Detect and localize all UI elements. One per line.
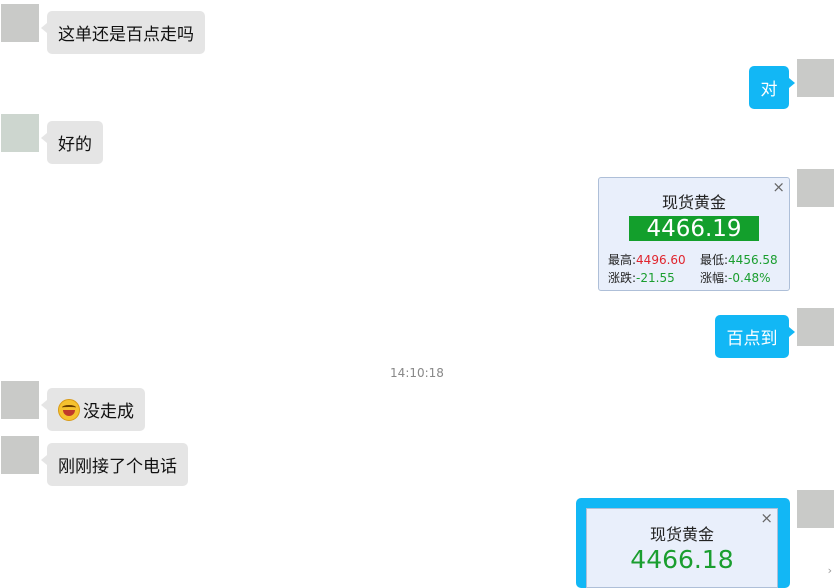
contact-avatar[interactable] [1, 381, 39, 419]
quote-change: 涨跌:-21.55 [608, 269, 675, 286]
incoming-message-bubble[interactable]: 刚刚接了个电话 [41, 443, 188, 486]
message-text: 好的 [58, 135, 92, 155]
self-avatar[interactable] [797, 308, 834, 346]
low-label: 最低: [700, 253, 729, 267]
quote-price: 4466.18 [630, 545, 734, 574]
incoming-message-bubble[interactable]: 没走成 [41, 388, 145, 431]
message-text: 刚刚接了个电话 [58, 457, 177, 477]
self-avatar[interactable] [797, 169, 834, 207]
pct-value: -0.48% [728, 271, 771, 285]
low-value: 4456.58 [728, 253, 778, 267]
contact-avatar[interactable] [1, 4, 39, 42]
quote-low: 最低:4456.58 [700, 251, 778, 268]
contact-avatar[interactable] [1, 114, 39, 152]
scroll-indicator-icon[interactable]: › [828, 564, 832, 577]
message-timestamp: 14:10:18 [390, 366, 444, 380]
change-label: 涨跌: [608, 271, 637, 285]
self-avatar[interactable] [797, 59, 834, 97]
message-text: 百点到 [726, 329, 778, 349]
high-label: 最高: [608, 253, 637, 267]
quote-title: 现货黄金 [649, 525, 714, 544]
message-text: 这单还是百点走吗 [58, 25, 194, 45]
change-value: -21.55 [636, 271, 675, 285]
message-text: 没走成 [83, 402, 134, 422]
laughing-face-icon [58, 398, 80, 421]
incoming-message-bubble[interactable]: 好的 [41, 121, 103, 164]
quote-high: 最高:4496.60 [608, 251, 686, 268]
self-avatar[interactable] [797, 490, 834, 528]
message-text: 对 [760, 80, 778, 100]
outgoing-message-bubble[interactable]: 对 [749, 66, 795, 109]
contact-avatar[interactable] [1, 436, 39, 474]
pct-label: 涨幅: [700, 271, 729, 285]
quote-price: 4466.19 [629, 216, 759, 242]
high-value: 4496.60 [636, 253, 686, 267]
outgoing-message-bubble[interactable]: 百点到 [715, 315, 795, 358]
quote-pct: 涨幅:-0.48% [700, 269, 771, 286]
quote-title: 现货黄金 [661, 193, 726, 212]
gold-quote-card[interactable]: × 现货黄金 4466.18 [586, 508, 778, 588]
incoming-message-bubble[interactable]: 这单还是百点走吗 [41, 11, 205, 54]
gold-quote-card[interactable]: × 现货黄金 4466.19 最高:4496.60 最低:4456.58 涨跌:… [598, 177, 790, 291]
